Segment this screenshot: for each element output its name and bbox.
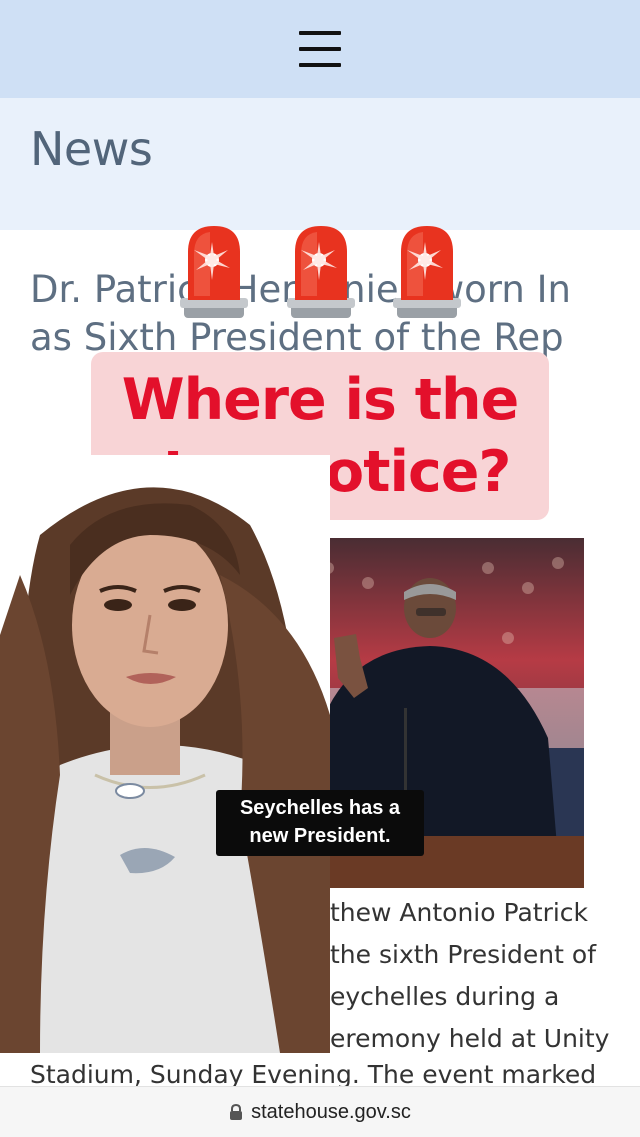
video-caption: Seychelles has a new President. xyxy=(216,790,424,856)
presenter-video xyxy=(0,455,330,1053)
browser-url-bar[interactable]: statehouse.gov.sc xyxy=(0,1086,640,1137)
police-siren-icon xyxy=(180,226,248,318)
callout-line-1: Where is the xyxy=(121,367,520,433)
article-body-last-line: Stadium, Sunday Evening. The event marke… xyxy=(30,1060,610,1086)
police-siren-icon xyxy=(393,226,461,318)
article-body: thew Antonio Patrick the sixth President… xyxy=(330,892,610,1060)
body-line: thew Antonio Patrick xyxy=(330,898,589,927)
lock-icon xyxy=(230,1104,243,1120)
url-text[interactable]: statehouse.gov.sc xyxy=(251,1101,411,1124)
body-line: eremony held at Unity xyxy=(330,1024,610,1053)
site-header xyxy=(0,0,640,98)
hamburger-menu-icon[interactable] xyxy=(299,31,341,67)
page-title: News xyxy=(30,122,153,176)
body-line: Stadium, Sunday Evening. The event marke… xyxy=(30,1060,597,1086)
caption-line-2: new President. xyxy=(249,825,391,847)
presenter-illustration xyxy=(0,455,330,1053)
police-siren-icon xyxy=(287,226,355,318)
body-line: eychelles during a xyxy=(330,982,560,1011)
caption-line-1: Seychelles has a xyxy=(239,797,401,819)
body-line: the sixth President of xyxy=(330,940,596,969)
